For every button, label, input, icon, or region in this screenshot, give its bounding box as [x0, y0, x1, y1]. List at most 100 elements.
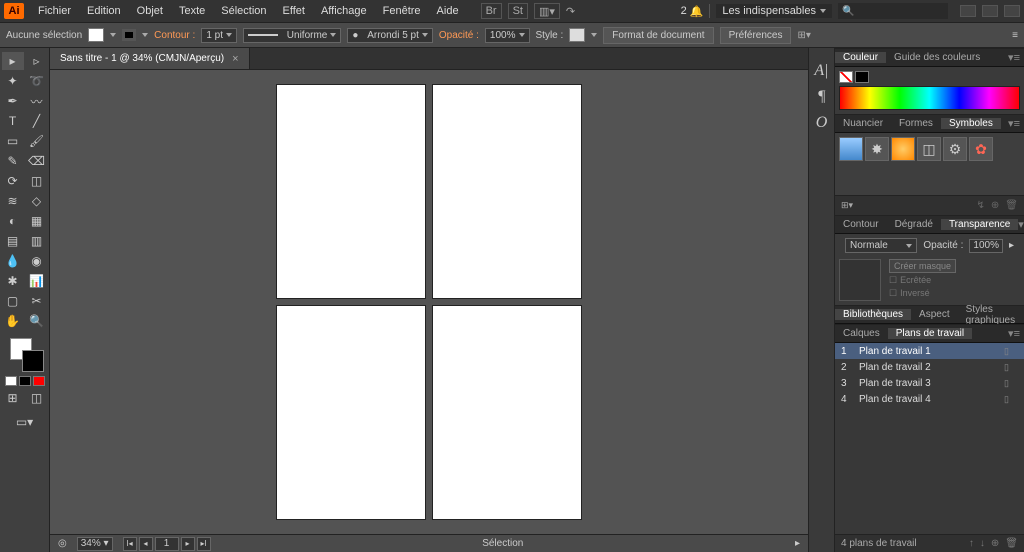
close-icon[interactable]: × [232, 53, 238, 65]
menu-file[interactable]: Fichier [30, 5, 79, 17]
break-link-icon[interactable]: ↯ [977, 200, 985, 211]
next-artboard-button[interactable]: ▸ [181, 537, 195, 551]
stroke-color[interactable] [855, 71, 869, 83]
panel-menu-icon[interactable]: ▾≡ [1018, 218, 1024, 231]
line-tool[interactable]: ╱ [26, 112, 48, 130]
mask-thumbnail[interactable] [839, 259, 881, 301]
expand-toolbox[interactable]: ▭▾ [14, 413, 36, 431]
symbol-cube[interactable]: ◫ [917, 137, 941, 161]
move-down-icon[interactable]: ↓ [980, 538, 985, 549]
transparency-panel-tab[interactable]: Transparence [941, 219, 1018, 230]
perspective-tool[interactable]: ▦ [26, 212, 48, 230]
libraries-tab[interactable]: Bibliothèques [835, 309, 911, 320]
rotate-tool[interactable]: ⟳ [2, 172, 24, 190]
align-icon[interactable]: ⊞▾ [797, 30, 810, 41]
minimize-button[interactable] [960, 5, 976, 17]
lasso-tool[interactable]: ➰ [26, 72, 48, 90]
artboard-4[interactable] [432, 305, 582, 520]
gradient-tool[interactable]: ▥ [26, 232, 48, 250]
maximize-button[interactable] [982, 5, 998, 17]
symbol-ribbon[interactable] [839, 137, 863, 161]
last-artboard-button[interactable]: ▸I [197, 537, 211, 551]
width-tool[interactable]: ≋ [2, 192, 24, 210]
stroke-weight-dropdown[interactable]: 1 pt [201, 28, 237, 43]
move-up-icon[interactable]: ↑ [969, 538, 974, 549]
orientation-icon[interactable]: ▯ [1004, 378, 1018, 389]
symbols-tab[interactable]: Symboles [941, 118, 1001, 129]
direct-selection-tool[interactable]: ▹ [26, 52, 48, 70]
artboard-row-2[interactable]: 2 Plan de travail 2 ▯ [835, 359, 1024, 375]
artboards-panel-tab[interactable]: Plans de travail [888, 328, 972, 339]
search-input[interactable]: 🔍 [838, 3, 948, 19]
artboard-tool[interactable]: ▢ [2, 292, 24, 310]
graph-tool[interactable]: 📊 [26, 272, 48, 290]
symbol-sprayer-tool[interactable]: ✱ [2, 272, 24, 290]
shape-builder-tool[interactable]: ◐ [2, 212, 24, 230]
chevron-down-icon[interactable] [591, 33, 597, 37]
symbol-gear[interactable]: ⚙ [943, 137, 967, 161]
blend-tool[interactable]: ◉ [26, 252, 48, 270]
blend-mode-dropdown[interactable]: Normale [845, 238, 917, 253]
opentype-icon[interactable]: O [816, 114, 828, 132]
panel-menu-icon[interactable]: ▾≡ [1008, 51, 1024, 64]
library-icon[interactable]: ⊞▾ [841, 200, 853, 211]
gradient-panel-tab[interactable]: Dégradé [887, 219, 941, 230]
close-button[interactable] [1004, 5, 1020, 17]
paragraph-icon[interactable]: ¶ [817, 88, 825, 106]
slice-tool[interactable]: ✂ [26, 292, 48, 310]
brushes-tab[interactable]: Formes [891, 118, 941, 129]
mesh-tool[interactable]: ▤ [2, 232, 24, 250]
symbol-splat[interactable]: ✸ [865, 137, 889, 161]
zoom-level[interactable]: 34% ▾ [77, 537, 113, 551]
notification-badge[interactable]: 2🔔 [681, 5, 704, 18]
graphic-styles-tab[interactable]: Styles graphiques [958, 304, 1024, 326]
menu-help[interactable]: Aide [429, 5, 467, 17]
mini-swatch-none[interactable] [33, 376, 45, 386]
scale-tool[interactable]: ◫ [26, 172, 48, 190]
opacity-input[interactable]: 100% [969, 239, 1003, 253]
pen-tool[interactable]: ✒ [2, 92, 24, 110]
layers-tab[interactable]: Calques [835, 328, 888, 339]
menu-edit[interactable]: Edition [79, 5, 129, 17]
zoom-tool[interactable]: 🔍 [26, 312, 48, 330]
scrollbar-right-icon[interactable]: ▸ [795, 538, 800, 549]
opacity-dropdown[interactable]: 100% [485, 28, 530, 43]
draw-mode-tool[interactable]: ◫ [26, 389, 48, 407]
menu-effect[interactable]: Effet [275, 5, 313, 17]
canvas[interactable] [50, 70, 808, 534]
mini-swatch-white[interactable] [5, 376, 17, 386]
menu-object[interactable]: Objet [129, 5, 171, 17]
br-icon[interactable]: Br [481, 3, 502, 19]
prefs-button[interactable]: Préférences [720, 27, 792, 44]
swatches-tab[interactable]: Nuancier [835, 118, 891, 129]
delete-icon[interactable]: 🗑 [1005, 200, 1018, 211]
eraser-tool[interactable]: ⌫ [26, 152, 48, 170]
artboard-2[interactable] [432, 84, 582, 299]
opacity-label[interactable]: Opacité : [439, 30, 479, 41]
stroke-swatch[interactable] [122, 29, 136, 41]
pencil-tool[interactable]: ✎ [2, 152, 24, 170]
color-spectrum[interactable] [839, 86, 1020, 110]
first-artboard-button[interactable]: I◂ [123, 537, 137, 551]
artboard-row-1[interactable]: 1 Plan de travail 1 ▯ [835, 343, 1024, 359]
style-swatch[interactable] [569, 28, 585, 42]
color-tab[interactable]: Couleur [835, 52, 886, 63]
layout-icon[interactable]: ▥▾ [534, 3, 560, 19]
mini-swatch-black[interactable] [19, 376, 31, 386]
artboard-row-4[interactable]: 4 Plan de travail 4 ▯ [835, 391, 1024, 407]
hand-tool[interactable]: ✋ [2, 312, 24, 330]
menu-view[interactable]: Affichage [313, 5, 375, 17]
eyedropper-tool[interactable]: 💧 [2, 252, 24, 270]
toolbar-icon[interactable]: ↷ [566, 5, 575, 18]
workspace-selector[interactable]: Les indispensables [716, 4, 832, 18]
clip-checkbox[interactable]: ☐Ecrêtée [889, 275, 956, 286]
symbol-flower[interactable]: ✿ [969, 137, 993, 161]
doc-format-button[interactable]: Format de document [603, 27, 713, 44]
menu-selection[interactable]: Sélection [213, 5, 274, 17]
magic-wand-tool[interactable]: ✦ [2, 72, 24, 90]
document-tab[interactable]: Sans titre - 1 @ 34% (CMJN/Aperçu) × [50, 48, 250, 69]
chevron-down-icon[interactable] [110, 33, 116, 37]
artboard-3[interactable] [276, 305, 426, 520]
orientation-icon[interactable]: ▯ [1004, 362, 1018, 373]
stroke-style-dropdown[interactable]: Uniforme [243, 28, 341, 43]
